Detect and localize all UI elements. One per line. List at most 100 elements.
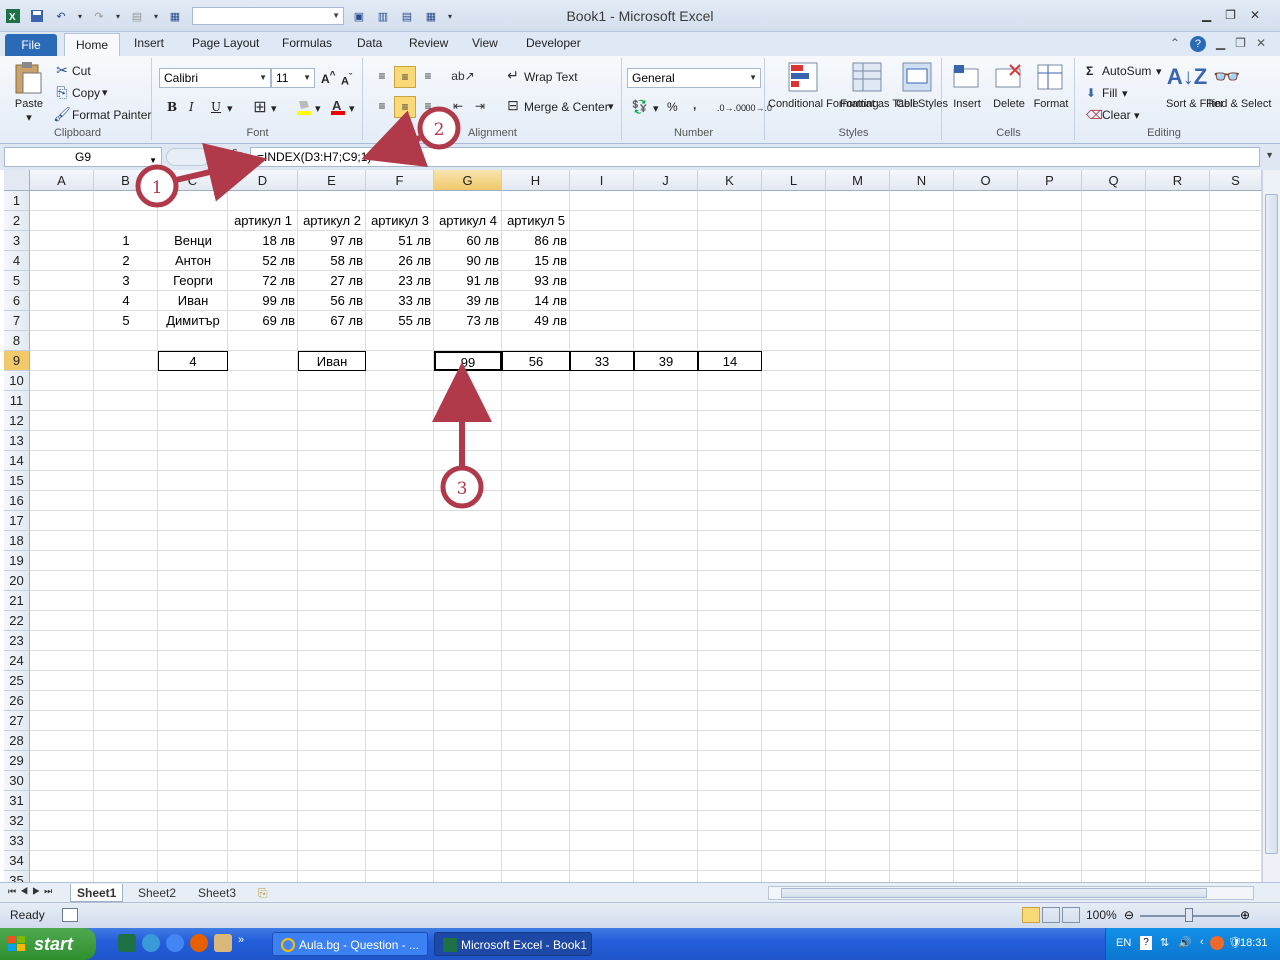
copy-dropdown-icon[interactable]: ▾ [102, 87, 108, 100]
align-center-icon[interactable]: ≡ [394, 96, 416, 118]
row-header-12[interactable]: 12 [4, 411, 30, 431]
cell-f2[interactable]: артикул 3 [366, 211, 434, 231]
horizontal-scrollbar[interactable] [768, 886, 1254, 900]
row-header-11[interactable]: 11 [4, 391, 30, 411]
name-box[interactable]: G9 ▼ [4, 147, 162, 167]
row-header-21[interactable]: 21 [4, 591, 30, 611]
column-header-l[interactable]: L [762, 170, 826, 191]
column-header-b[interactable]: B [94, 170, 158, 191]
tab-review[interactable]: Review [409, 36, 448, 50]
cell-j9[interactable]: 39 [634, 351, 698, 371]
cell-h6[interactable]: 14 лв [502, 291, 570, 311]
cell-h2[interactable]: артикул 5 [502, 211, 570, 231]
column-header-o[interactable]: O [954, 170, 1018, 191]
column-header-f[interactable]: F [366, 170, 434, 191]
fill-button[interactable]: Fill [1102, 86, 1117, 100]
cell-b7[interactable]: 5 [94, 311, 158, 331]
workbook-close-icon[interactable]: ✕ [1256, 36, 1266, 52]
volume-icon[interactable]: 🔊 [1178, 936, 1192, 949]
normal-view-icon[interactable] [1022, 907, 1040, 923]
row-header-1[interactable]: 1 [4, 191, 30, 211]
cell-c7[interactable]: Димитър [158, 311, 228, 331]
cell-d3[interactable]: 18 лв [228, 231, 298, 251]
vertical-scroll-thumb[interactable] [1265, 194, 1278, 854]
cell-h5[interactable]: 93 лв [502, 271, 570, 291]
row-header-4[interactable]: 4 [4, 251, 30, 271]
cell-c6[interactable]: Иван [158, 291, 228, 311]
tray-expand-icon[interactable]: ‹ [1200, 936, 1204, 948]
paste-dropdown-icon[interactable]: ▾ [24, 112, 34, 125]
row-header-8[interactable]: 8 [4, 331, 30, 351]
worksheet-grid[interactable]: ABCDEFGHIJKLMNOPQRS 1 2 3 4 5 6 7 8 9 10 11 12 13 14 1… [0, 170, 1280, 882]
decrease-indent-icon[interactable]: ⇤ [448, 96, 468, 116]
tab-file[interactable]: File [5, 34, 57, 56]
cell-h9[interactable]: 56 [502, 351, 570, 371]
row-header-30[interactable]: 30 [4, 771, 30, 791]
align-middle-icon[interactable]: ≡ [394, 66, 416, 88]
insert-function-icon[interactable]: fx [230, 148, 242, 163]
sheet-tab-sheet1[interactable]: Sheet1 [70, 884, 124, 902]
workbook-restore-icon[interactable]: ❐ [1235, 36, 1246, 52]
row-header-9[interactable]: 9 [4, 351, 30, 371]
cell-b6[interactable]: 4 [94, 291, 158, 311]
cell-d7[interactable]: 69 лв [228, 311, 298, 331]
cell-g5[interactable]: 91 лв [434, 271, 502, 291]
shrink-font-icon[interactable]: Aˇ [341, 72, 352, 88]
quick-launch-more-icon[interactable]: » [238, 934, 244, 952]
select-all-corner[interactable] [4, 170, 30, 191]
column-header-m[interactable]: M [826, 170, 890, 191]
cell-e3[interactable]: 97 лв [298, 231, 366, 251]
row-header-19[interactable]: 19 [4, 551, 30, 571]
accounting-dropdown-icon[interactable]: ▾ [653, 103, 659, 116]
merge-dropdown-icon[interactable]: ▾ [608, 101, 614, 114]
start-button[interactable]: start [0, 928, 96, 960]
cell-b4[interactable]: 2 [94, 251, 158, 271]
insert-cells-button[interactable]: Insert [947, 98, 987, 111]
clear-button[interactable]: Clear [1102, 108, 1131, 122]
clear-dropdown-icon[interactable]: ▾ [1134, 110, 1140, 123]
column-header-j[interactable]: J [634, 170, 698, 191]
font-name-select[interactable]: Calibri ▼ [159, 68, 271, 88]
row-header-15[interactable]: 15 [4, 471, 30, 491]
column-header-g[interactable]: G [434, 170, 502, 191]
minimize-icon[interactable]: ▁ [1202, 8, 1211, 22]
cell-f4[interactable]: 26 лв [366, 251, 434, 271]
close-icon[interactable]: ✕ [1250, 8, 1260, 22]
cell-e5[interactable]: 27 лв [298, 271, 366, 291]
macro-record-icon[interactable] [62, 908, 78, 922]
tab-developer[interactable]: Developer [526, 36, 581, 50]
font-size-select[interactable]: 11 ▼ [271, 68, 315, 88]
wrap-text-button[interactable]: Wrap Text [524, 70, 578, 84]
firefox-icon[interactable] [190, 934, 208, 952]
cut-button[interactable]: Cut [72, 64, 91, 78]
row-header-2[interactable]: 2 [4, 211, 30, 231]
row-header-10[interactable]: 10 [4, 371, 30, 391]
cell-d4[interactable]: 52 лв [228, 251, 298, 271]
restore-icon[interactable]: ❐ [1225, 8, 1236, 22]
cell-h7[interactable]: 49 лв [502, 311, 570, 331]
row-header-28[interactable]: 28 [4, 731, 30, 751]
column-header-i[interactable]: I [570, 170, 634, 191]
cell-g7[interactable]: 73 лв [434, 311, 502, 331]
column-header-a[interactable]: A [30, 170, 94, 191]
cell-c9[interactable]: 4 [158, 351, 228, 371]
cell-g4[interactable]: 90 лв [434, 251, 502, 271]
sheet-tab-sheet2[interactable]: Sheet2 [138, 884, 176, 902]
row-header-20[interactable]: 20 [4, 571, 30, 591]
column-header-e[interactable]: E [298, 170, 366, 191]
cell-f5[interactable]: 23 лв [366, 271, 434, 291]
cell-e2[interactable]: артикул 2 [298, 211, 366, 231]
align-bottom-icon[interactable]: ≡ [418, 66, 438, 86]
chrome-icon[interactable] [166, 934, 184, 952]
font-color-dropdown-icon[interactable]: ▾ [349, 103, 355, 116]
cell-g3[interactable]: 60 лв [434, 231, 502, 251]
row-header-13[interactable]: 13 [4, 431, 30, 451]
column-header-n[interactable]: N [890, 170, 954, 191]
column-header-s[interactable]: S [1210, 170, 1262, 191]
cell-f3[interactable]: 51 лв [366, 231, 434, 251]
row-header-18[interactable]: 18 [4, 531, 30, 551]
row-header-17[interactable]: 17 [4, 511, 30, 531]
underline-dropdown-icon[interactable]: ▾ [227, 103, 233, 116]
avast-icon[interactable] [1210, 936, 1224, 950]
formula-input[interactable]: =INDEX(D3:H7;C9;1) [250, 147, 1260, 167]
